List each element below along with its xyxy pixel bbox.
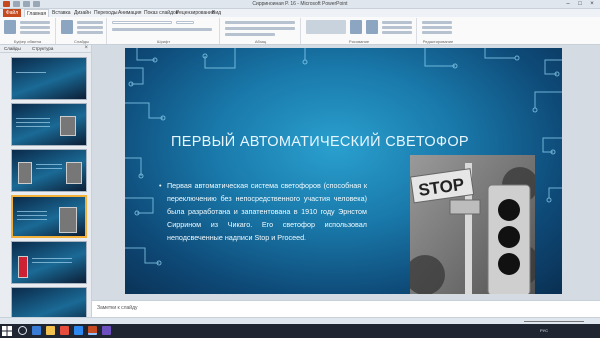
thumb-text-line xyxy=(36,164,62,165)
thumb-image xyxy=(18,162,32,184)
align-buttons[interactable] xyxy=(225,27,295,30)
list-buttons[interactable] xyxy=(225,21,295,24)
thumb-image xyxy=(18,256,28,278)
editing-group: Редактирование xyxy=(418,18,458,44)
slide-thumbnail[interactable] xyxy=(0,287,91,317)
windows-start-icon[interactable] xyxy=(2,326,12,336)
thumb-image xyxy=(66,162,82,184)
slides-group: Слайды xyxy=(57,18,107,44)
slide-thumbnail-selected[interactable] xyxy=(0,195,91,245)
minimize-button[interactable]: – xyxy=(562,0,574,8)
tab-outline[interactable]: Структура xyxy=(32,46,53,51)
task-view-icon[interactable] xyxy=(32,326,41,335)
shape-fill-button[interactable] xyxy=(382,21,412,24)
window-title: Сирриноиная Р. 16 - Microsoft PowerPoint xyxy=(252,1,348,7)
tab-home[interactable]: Главная xyxy=(24,9,50,17)
tab-insert[interactable]: Вставка xyxy=(50,9,73,17)
paragraph-group: Абзац xyxy=(221,18,301,44)
tab-animations[interactable]: Анимация xyxy=(116,9,143,17)
bullet-text: Первая автоматическая система светофоров… xyxy=(167,181,367,242)
window-controls: – □ × xyxy=(562,0,598,8)
thumb-text-line xyxy=(16,118,50,119)
format-painter-button[interactable] xyxy=(20,31,50,34)
thumb-text-line xyxy=(16,122,50,123)
slide-title[interactable]: ПЕРВЫЙ АВТОМАТИЧЕСКИЙ СВЕТОФОР xyxy=(171,134,469,150)
title-bar: Сирриноиная Р. 16 - Microsoft PowerPoint… xyxy=(0,0,600,9)
drawing-group-label: Рисование xyxy=(348,39,370,44)
font-name-select[interactable] xyxy=(112,21,172,24)
zoom-slider[interactable] xyxy=(524,321,584,322)
paste-icon[interactable] xyxy=(4,20,16,34)
shape-effects-button[interactable] xyxy=(382,31,412,34)
thumb-text-line xyxy=(17,219,47,220)
notes-pane[interactable]: Заметки к слайду xyxy=(92,300,600,317)
browser-icon[interactable] xyxy=(60,326,69,335)
thumb-text-line xyxy=(32,258,72,259)
reset-button[interactable] xyxy=(77,26,103,29)
thumb-text-line xyxy=(16,126,50,127)
font-format-buttons[interactable] xyxy=(112,28,212,31)
thumb-text-line xyxy=(17,215,47,216)
close-button[interactable]: × xyxy=(586,0,598,8)
editing-group-label: Редактирование xyxy=(422,39,454,44)
section-button[interactable] xyxy=(77,31,103,34)
bullet-point: • xyxy=(159,181,162,190)
input-language[interactable]: РУС xyxy=(540,328,548,333)
thumb-text-line xyxy=(32,262,72,263)
thumb-text-line xyxy=(17,211,47,212)
mail-icon[interactable] xyxy=(74,326,83,335)
status-bar xyxy=(0,317,600,324)
slide-thumbnail[interactable] xyxy=(0,103,91,153)
slides-group-label: Слайды xyxy=(74,39,89,44)
thumb-text-line xyxy=(36,168,62,169)
thumb-image xyxy=(60,116,76,136)
slide-thumbnail[interactable] xyxy=(0,241,91,291)
slide-thumbnail[interactable] xyxy=(0,149,91,199)
tab-file[interactable]: Файл xyxy=(3,9,21,17)
thumb-text-line xyxy=(16,72,46,73)
ribbon-tabs: Файл Главная Вставка Дизайн Переходы Ани… xyxy=(0,9,600,17)
panel-tabs: Слайды Структура × xyxy=(0,45,91,53)
tab-design[interactable]: Дизайн xyxy=(72,9,93,17)
shape-outline-button[interactable] xyxy=(382,26,412,29)
tab-slides[interactable]: Слайды xyxy=(4,46,21,51)
app-icon[interactable] xyxy=(102,326,111,335)
font-group: Шрифт xyxy=(108,18,220,44)
shapes-gallery[interactable] xyxy=(306,20,346,34)
arrange-icon[interactable] xyxy=(350,20,362,34)
copy-button[interactable] xyxy=(20,26,50,29)
file-explorer-icon[interactable] xyxy=(46,326,55,335)
clipboard-group: Буфер обмена xyxy=(0,18,56,44)
font-group-label: Шрифт xyxy=(156,39,171,44)
find-button[interactable] xyxy=(422,21,452,24)
slide-thumbnail[interactable] xyxy=(0,57,91,107)
quick-styles-icon[interactable] xyxy=(366,20,378,34)
slides-panel: Слайды Структура × xyxy=(0,45,92,317)
search-icon[interactable] xyxy=(18,326,27,335)
replace-button[interactable] xyxy=(422,26,452,29)
traffic-light-photo[interactable]: STOP xyxy=(410,155,535,294)
slide-bullet-text[interactable]: • Первая автоматическая система светофор… xyxy=(159,180,367,245)
taskbar: РУС xyxy=(0,324,600,338)
tab-view[interactable]: Вид xyxy=(210,9,223,17)
layout-button[interactable] xyxy=(77,21,103,24)
select-button[interactable] xyxy=(422,31,452,34)
slide-editing-area[interactable]: ПЕРВЫЙ АВТОМАТИЧЕСКИЙ СВЕТОФОР • Первая … xyxy=(92,45,600,300)
slide-canvas[interactable]: ПЕРВЫЙ АВТОМАТИЧЕСКИЙ СВЕТОФОР • Первая … xyxy=(125,48,562,294)
text-direction-button[interactable] xyxy=(225,33,275,36)
maximize-button[interactable]: □ xyxy=(574,0,586,8)
panel-close-icon[interactable]: × xyxy=(84,45,88,51)
notes-placeholder: Заметки к слайду xyxy=(97,305,138,311)
clipboard-group-label: Буфер обмена xyxy=(13,39,42,44)
new-slide-icon[interactable] xyxy=(61,20,73,34)
powerpoint-taskbar-icon[interactable] xyxy=(88,326,97,335)
drawing-group: Рисование xyxy=(302,18,417,44)
ribbon: Буфер обмена Слайды Шрифт Абзац Рисовани… xyxy=(0,17,600,45)
paragraph-group-label: Абзац xyxy=(254,39,267,44)
thumb-image xyxy=(59,207,77,233)
cut-button[interactable] xyxy=(20,21,50,24)
font-size-select[interactable] xyxy=(176,21,194,24)
